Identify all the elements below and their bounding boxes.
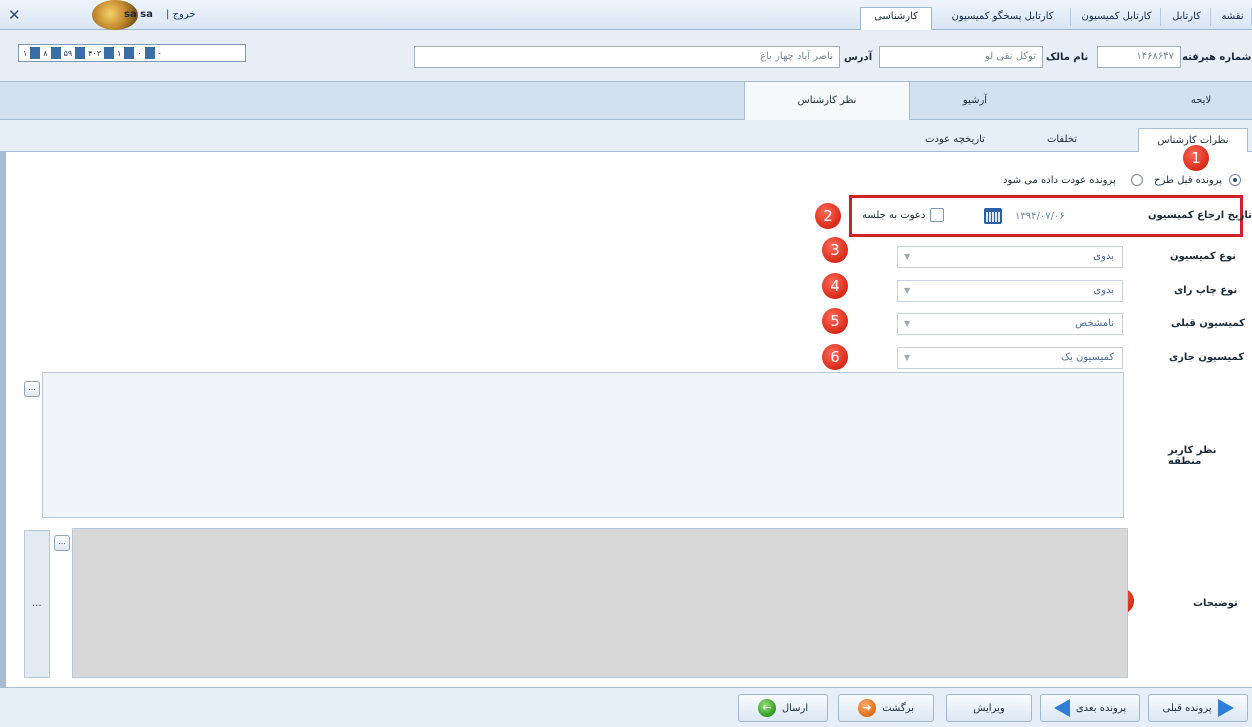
commission-type-select[interactable]: بدوی ▼	[897, 246, 1123, 268]
radio-returned[interactable]	[1131, 174, 1143, 186]
back-button[interactable]: ➜ برگشت	[838, 694, 934, 722]
annotation-badge-6: 6	[822, 344, 848, 370]
print-type-select[interactable]: بدوی ▼	[897, 280, 1123, 302]
subtab-bar: نظرات کارشناس تخلفات تاریخچه عودت	[0, 120, 1252, 152]
tracking-number-label: شماره هیرفته	[1182, 52, 1252, 63]
arrow-right-icon	[1217, 699, 1234, 717]
subtab-return-history[interactable]: تاریخچه عودت	[900, 128, 1010, 152]
plate-part: ۴۰۳	[88, 48, 102, 58]
owner-name-label: نام مالک	[1046, 52, 1089, 63]
regional-comment-label: نظر کاربر منطقه	[1168, 445, 1217, 467]
send-label: ارسال	[781, 702, 809, 714]
menu-tab-response-cartable[interactable]: کارتابل پسخگو کمیسیون	[935, 8, 1071, 26]
referral-date-value[interactable]: ۱۳۹۴/۰۷/۰۶	[1015, 211, 1065, 222]
plate-part: ۱	[23, 48, 28, 58]
print-type-value: بدوی	[1093, 285, 1114, 296]
next-file-label: پرونده بعدی	[1075, 702, 1127, 714]
menu-tab-expert[interactable]: کارشناسی	[860, 7, 932, 30]
plate-part: ۵۹	[63, 48, 73, 58]
invite-label: دعوت به جلسه	[862, 210, 926, 221]
radio-returned-label: پرونده عودت داده می شود	[1003, 175, 1116, 186]
menu-tab-commission-cartable[interactable]: کارتابل کمیسیون	[1073, 8, 1161, 26]
owner-name-field[interactable]: توکل نقی لو	[879, 46, 1043, 68]
referral-date-label: تاریخ ارجاع کمیسیون	[1148, 210, 1252, 221]
chevron-down-icon[interactable]: ▼	[904, 314, 910, 334]
prev-file-label: پرونده قبلی	[1162, 702, 1212, 714]
annotation-badge-1: 1	[1183, 145, 1209, 171]
send-button[interactable]: ← ارسال	[738, 694, 828, 722]
menu-tab-cartable[interactable]: کارتابل	[1163, 8, 1211, 26]
tab-archive[interactable]: آرشیو	[910, 82, 1040, 120]
chevron-down-icon[interactable]: ▼	[904, 348, 910, 368]
annotation-badge-2: 2	[815, 203, 841, 229]
footer-toolbar: پرونده قبلی پرونده بعدی ویرایش ➜ برگشت ←…	[0, 687, 1252, 727]
plate-separator	[30, 47, 41, 59]
commission-type-value: بدوی	[1093, 251, 1114, 262]
plate-part: ۰	[157, 48, 162, 58]
notes-label: توضیحات	[1193, 598, 1238, 609]
radio-before-plan-label: پرونده قبل طرح	[1154, 175, 1223, 186]
back-label: برگشت	[882, 702, 914, 714]
logout-link[interactable]: | خروج	[166, 9, 196, 20]
plate-separator	[50, 47, 61, 59]
plate-number-display: ۱ ۸ ۵۹ ۴۰۳ ۱ ۰ ۰	[18, 44, 246, 62]
arrow-left-icon	[1053, 699, 1070, 717]
plate-part: ۸	[43, 48, 48, 58]
calendar-icon[interactable]	[984, 208, 1002, 224]
next-file-button[interactable]: پرونده بعدی	[1040, 694, 1140, 722]
commission-type-label: نوع کمیسیون	[1170, 251, 1237, 262]
tracking-number-field[interactable]: ۱۴۶۸۶۴۷	[1097, 46, 1181, 68]
top-menubar: نقشه کارتابل کارتابل کمیسیون کارتابل پسخ…	[0, 0, 1252, 30]
back-arrow-icon: ➜	[858, 699, 877, 717]
plate-separator	[124, 47, 135, 59]
section-tab-bar: لایحه آرشیو نظر کارشناس	[0, 82, 1252, 120]
annotation-badge-3: 3	[822, 237, 848, 263]
plate-separator	[75, 47, 86, 59]
notes-ellipsis-button[interactable]: ...	[54, 535, 70, 551]
annotation-badge-5: 5	[822, 308, 848, 334]
radio-before-plan[interactable]	[1229, 174, 1241, 186]
menu-tab-map[interactable]: نقشه	[1214, 8, 1252, 26]
print-type-label: نوع چاپ رای	[1174, 285, 1238, 296]
prev-commission-label: کمیسیون قبلی	[1171, 318, 1245, 329]
chevron-down-icon[interactable]: ▼	[904, 281, 910, 301]
annotation-badge-4: 4	[822, 273, 848, 299]
plate-part: ۱	[117, 48, 122, 58]
tab-expert-opinion[interactable]: نظر کارشناس	[744, 82, 910, 120]
prev-file-button[interactable]: پرونده قبلی	[1148, 694, 1248, 722]
regional-comment-textarea[interactable]	[42, 372, 1124, 518]
plate-separator	[144, 47, 155, 59]
address-label: آدرس	[844, 52, 873, 63]
current-commission-value: کمیسیون یک	[1061, 352, 1114, 363]
address-field[interactable]: ناصر آباد چهار باغ	[414, 46, 840, 68]
user-name: sa sa	[124, 9, 153, 20]
edit-button[interactable]: ویرایش	[946, 694, 1032, 722]
prev-commission-value: نامشخص	[1075, 318, 1114, 329]
notes-textarea[interactable]	[72, 528, 1128, 678]
notes-side-ellipsis[interactable]: ...	[32, 598, 42, 609]
current-commission-select[interactable]: کمیسیون یک ▼	[897, 347, 1123, 369]
close-icon[interactable]: ✕	[8, 6, 21, 24]
regional-comment-ellipsis-button[interactable]: ...	[24, 381, 40, 397]
current-commission-label: کمیسیون جاری	[1169, 352, 1245, 363]
tab-bill[interactable]: لایحه	[1150, 82, 1252, 120]
plate-separator	[104, 47, 115, 59]
prev-commission-select[interactable]: نامشخص ▼	[897, 313, 1123, 335]
send-arrow-icon: ←	[757, 699, 776, 717]
subtab-violations[interactable]: تخلفات	[1020, 128, 1104, 152]
chevron-down-icon[interactable]: ▼	[904, 247, 910, 267]
invite-checkbox[interactable]	[930, 208, 944, 222]
plate-part: ۰	[137, 48, 142, 58]
